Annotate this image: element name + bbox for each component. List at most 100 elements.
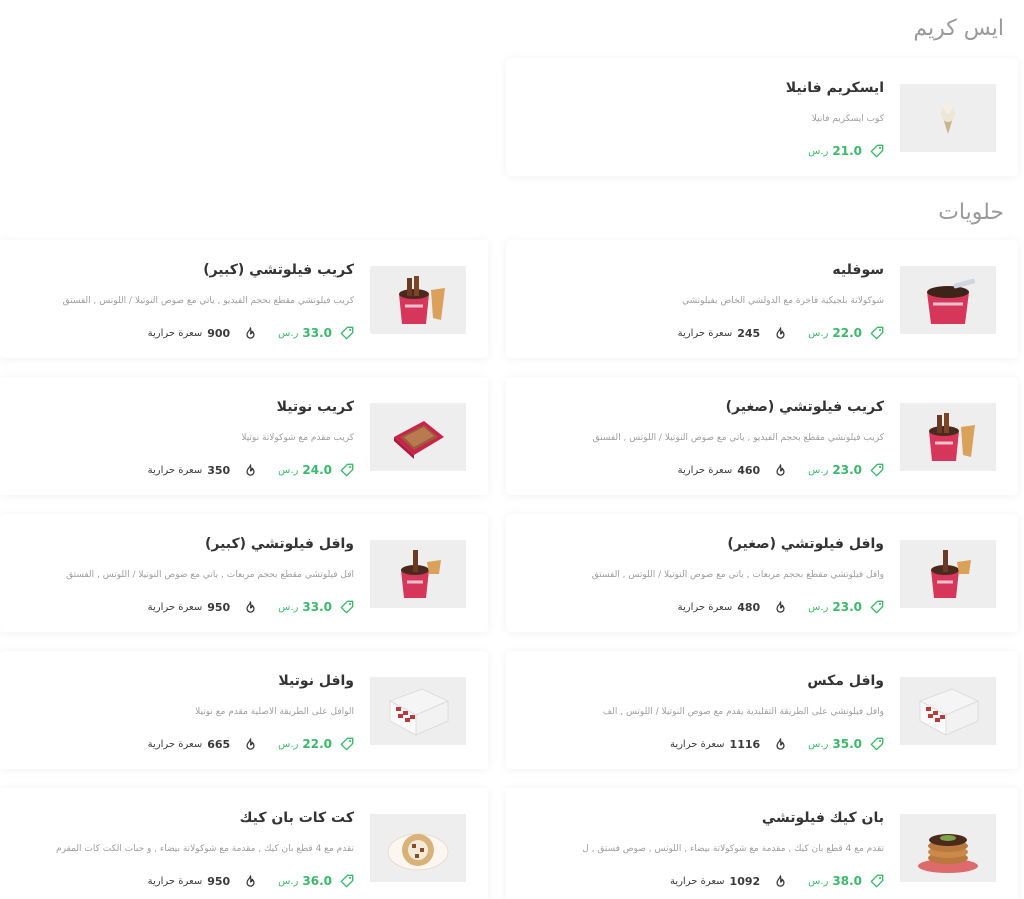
calories-value: 665 — [207, 737, 231, 751]
item-price: 23.0 ر.س — [808, 600, 884, 614]
item-calories: 480 سعرة حرارية — [678, 601, 787, 614]
item-calories: 950 سعرة حرارية — [148, 875, 257, 888]
menu-item-card[interactable]: وافل نوتيلا الوافل على الطريقة الأصلية م… — [0, 651, 488, 769]
item-description: كريب فيلوتشي مقطع بحجم الفيديو , يأتي مع… — [592, 433, 884, 443]
section-title-ice-cream: ايس كريم — [913, 16, 1004, 41]
item-image — [370, 266, 466, 334]
crepe-cup-illustration — [929, 413, 975, 461]
item-description: وافل فيلوتشي على الطريقة التقليدية يقدم … — [602, 707, 884, 717]
price-currency: ر.س — [278, 327, 299, 339]
item-meta: 33.0 ر.س 900 سعرة حرارية — [148, 326, 354, 340]
item-description: كريب فيلوتشي مقطع بحجم الفيديو , يأتي مع… — [62, 296, 354, 306]
item-name: كت كات بان كيك — [239, 810, 354, 826]
calories-value: 1116 — [729, 737, 761, 751]
flame-icon — [246, 464, 255, 476]
item-calories: 1092 سعرة حرارية — [670, 875, 786, 888]
menu-item-card[interactable]: كريب نوتيلا كريب مقدم مع شوكولاتة نوتيلا… — [0, 377, 488, 495]
item-name: كريب نوتيلا — [276, 399, 354, 415]
tag-icon — [870, 737, 884, 751]
item-image — [370, 403, 466, 471]
flame-icon — [776, 601, 785, 613]
flame-icon — [776, 738, 785, 750]
item-meta: 21.0 ر.س — [808, 144, 884, 158]
souffle-cup-illustration — [927, 278, 976, 324]
item-image — [900, 266, 996, 334]
item-meta: 33.0 ر.س 950 سعرة حرارية — [148, 600, 354, 614]
menu-item-card[interactable]: وافل فيلوتشي (كبير) افل فيلوتشي مقطع بحج… — [0, 514, 488, 632]
item-description: افل فيلوتشي مقطع بحجم مربعات , يأتي مع ص… — [66, 570, 354, 580]
calories-value: 480 — [737, 600, 761, 614]
price-currency: ر.س — [278, 464, 299, 476]
calories-label: سعرة حرارية — [147, 464, 203, 476]
ice-cream-cone-illustration — [941, 103, 955, 134]
tag-icon — [340, 737, 354, 751]
calories-label: سعرة حرارية — [669, 875, 725, 887]
item-description: تقدم مع 4 قطع بان كيك , مقدمة مع شوكولات… — [56, 844, 354, 854]
menu-item-card[interactable]: ايسكريم فانيلا كوب ايسكريم فانيلا 21.0 ر… — [506, 58, 1018, 176]
menu-item-card[interactable]: كت كات بان كيك تقدم مع 4 قطع بان كيك , م… — [0, 788, 488, 899]
price-value: 22.0 — [832, 326, 862, 340]
menu-item-card[interactable]: كريب فيلوتشي (كبير) كريب فيلوتشي مقطع بح… — [0, 240, 488, 358]
item-price: 22.0 ر.س — [808, 326, 884, 340]
tag-icon — [870, 463, 884, 477]
item-image — [370, 677, 466, 745]
item-price: 24.0 ر.س — [278, 463, 354, 477]
item-description: شوكولاتة بلجيكية فاخرة مع الدولشي الخاص … — [682, 296, 884, 306]
flame-icon — [776, 464, 785, 476]
item-meta: 22.0 ر.س 665 سعرة حرارية — [148, 737, 354, 751]
pancake-stack-illustration — [918, 834, 978, 873]
item-calories: 1116 سعرة حرارية — [670, 738, 786, 751]
price-value: 23.0 — [832, 600, 862, 614]
calories-value: 350 — [207, 463, 231, 477]
item-meta: 23.0 ر.س 460 سعرة حرارية — [678, 463, 884, 477]
waffle-cup-illustration — [931, 550, 971, 598]
item-name: وافل مكس — [807, 673, 884, 689]
menu-item-card[interactable]: بان كيك فيلوتشي تقدم مع 4 قطع بان كيك , … — [506, 788, 1018, 899]
calories-value: 1092 — [729, 874, 761, 888]
menu-item-card[interactable]: كريب فيلوتشي (صغير) كريب فيلوتشي مقطع بح… — [506, 377, 1018, 495]
item-name: بان كيك فيلوتشي — [761, 810, 884, 826]
item-meta: 24.0 ر.س 350 سعرة حرارية — [148, 463, 354, 477]
flame-icon — [246, 875, 255, 887]
menu-item-card[interactable]: وافل فيلوتشي (صغير) وافل فيلوتشي مقطع بح… — [506, 514, 1018, 632]
item-description: وافل فيلوتشي مقطع بحجم مربعات , يأتي مع … — [591, 570, 884, 580]
calories-label: سعرة حرارية — [147, 738, 203, 750]
price-value: 23.0 — [832, 463, 862, 477]
crepe-cup-illustration — [399, 276, 445, 324]
item-calories: 460 سعرة حرارية — [678, 464, 787, 477]
item-calories: 900 سعرة حرارية — [148, 327, 257, 340]
section-title-sweets: حلويات — [938, 200, 1004, 225]
item-meta: 23.0 ر.س 480 سعرة حرارية — [678, 600, 884, 614]
menu-item-card[interactable]: وافل مكس وافل فيلوتشي على الطريقة التقلي… — [506, 651, 1018, 769]
box-open-illustration — [394, 421, 444, 459]
item-meta: 38.0 ر.س 1092 سعرة حرارية — [670, 874, 884, 888]
item-meta: 36.0 ر.س 950 سعرة حرارية — [148, 874, 354, 888]
item-description: كريب مقدم مع شوكولاتة نوتيلا — [241, 433, 354, 443]
calories-value: 950 — [207, 600, 231, 614]
price-value: 22.0 — [302, 737, 332, 751]
item-image — [900, 84, 996, 152]
price-currency: ر.س — [808, 327, 829, 339]
item-name: وافل فيلوتشي (صغير) — [727, 536, 884, 552]
item-price: 23.0 ر.س — [808, 463, 884, 477]
item-calories: 350 سعرة حرارية — [148, 464, 257, 477]
flame-icon — [246, 327, 255, 339]
tag-icon — [870, 874, 884, 888]
item-image — [370, 814, 466, 882]
item-price: 35.0 ر.س — [808, 737, 884, 751]
price-value: 33.0 — [302, 326, 332, 340]
calories-value: 900 — [207, 326, 231, 340]
item-calories: 950 سعرة حرارية — [148, 601, 257, 614]
item-description: كوب ايسكريم فانيلا — [811, 114, 884, 124]
item-name: كريب فيلوتشي (كبير) — [203, 262, 354, 278]
price-currency: ر.س — [808, 464, 829, 476]
item-image — [900, 814, 996, 882]
item-price: 21.0 ر.س — [808, 144, 884, 158]
calories-value: 245 — [737, 326, 761, 340]
tag-icon — [870, 600, 884, 614]
item-calories: 245 سعرة حرارية — [678, 327, 787, 340]
menu-item-card[interactable]: سوفليه شوكولاتة بلجيكية فاخرة مع الدولشي… — [506, 240, 1018, 358]
flame-icon — [776, 327, 785, 339]
waffle-cup-illustration — [401, 550, 441, 598]
waffle-box-illustration — [918, 688, 980, 736]
